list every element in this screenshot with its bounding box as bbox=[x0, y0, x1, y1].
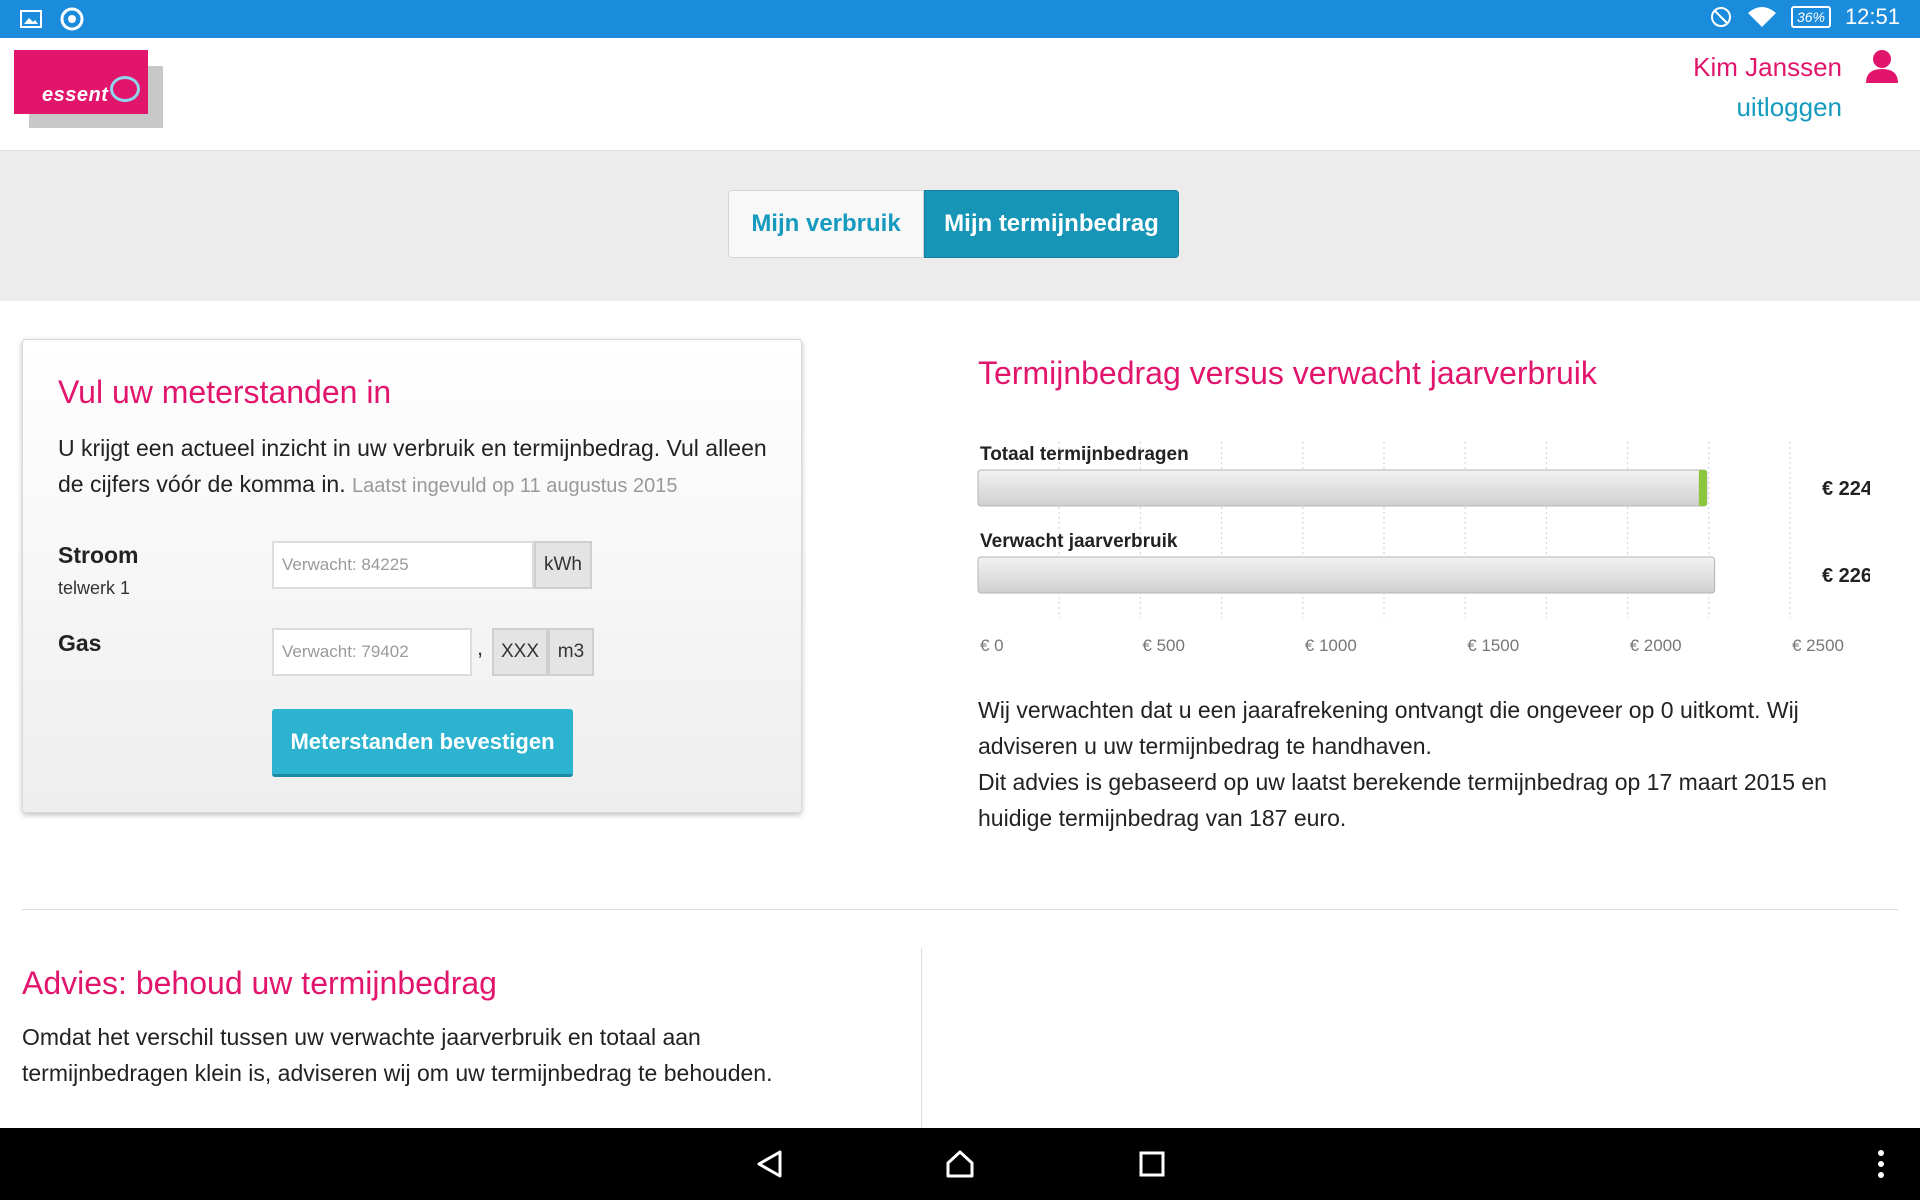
overflow-menu-button[interactable] bbox=[1866, 1128, 1896, 1200]
bar-end-marker bbox=[1698, 470, 1707, 506]
recents-icon bbox=[1139, 1151, 1165, 1177]
meter-form-title: Vul uw meterstanden in bbox=[58, 374, 392, 410]
bar-value-label: € 2244 bbox=[1822, 478, 1870, 500]
battery-indicator: 36% bbox=[1790, 6, 1831, 28]
gallery-notification-icon bbox=[20, 10, 42, 28]
bar bbox=[977, 469, 1708, 507]
advies-title: Advies: behoud uw termijnbedrag bbox=[22, 965, 497, 1001]
recents-button[interactable] bbox=[1122, 1128, 1182, 1200]
app-notification-icon bbox=[60, 7, 84, 31]
back-button[interactable] bbox=[740, 1128, 800, 1200]
user-name: Kim Janssen bbox=[1693, 52, 1842, 82]
bar-value-label: € 2268 bbox=[1822, 565, 1870, 587]
bar-category-label: Verwacht jaarverbruik bbox=[980, 531, 1178, 552]
home-icon bbox=[946, 1150, 974, 1178]
chart-title: Termijnbedrag versus verwacht jaarverbru… bbox=[978, 355, 1597, 391]
advies-text: Omdat het verschil tussen uw verwachte j… bbox=[22, 1024, 773, 1086]
chart-advice: Wij verwachten dat u een jaarafrekening … bbox=[978, 692, 1878, 836]
x-tick-label: € 1000 bbox=[1305, 636, 1357, 655]
bar bbox=[977, 556, 1716, 594]
section-divider bbox=[22, 909, 1898, 910]
navigation-bar bbox=[0, 1128, 1920, 1200]
last-filled-date: Laatst ingevuld op 11 augustus 2015 bbox=[352, 475, 678, 497]
app-header bbox=[0, 38, 1920, 151]
x-tick-label: € 1500 bbox=[1467, 636, 1519, 655]
electricity-unit: kWh bbox=[534, 541, 592, 589]
wifi-icon bbox=[1747, 7, 1776, 27]
electricity-label: Stroom bbox=[58, 542, 139, 568]
meter-form-intro: U krijgt een actueel inzicht in uw verbr… bbox=[58, 430, 768, 504]
x-tick-label: € 2000 bbox=[1630, 636, 1682, 655]
gas-unit: m3 bbox=[548, 628, 594, 676]
home-button[interactable] bbox=[930, 1128, 990, 1200]
x-tick-label: € 0 bbox=[980, 636, 1004, 655]
advice-paragraph-2: Dit advies is gebaseerd op uw laatst ber… bbox=[978, 769, 1827, 831]
tab-mijn-termijnbedrag[interactable]: Mijn termijnbedrag bbox=[924, 190, 1179, 258]
status-time: 12:51 bbox=[1844, 4, 1900, 29]
user-icon[interactable] bbox=[1864, 48, 1900, 84]
gas-label: Gas bbox=[58, 630, 102, 656]
tab-mijn-verbruik[interactable]: Mijn verbruik bbox=[728, 190, 924, 258]
back-icon bbox=[757, 1150, 782, 1178]
confirm-meter-readings-button[interactable]: Meterstanden bevestigen bbox=[272, 709, 573, 777]
column-divider bbox=[921, 948, 922, 1128]
gas-input[interactable] bbox=[272, 628, 472, 676]
termijnbedrag-chart: € 0 € 500 € 1000 € 1500 € 2000 € 2500 Totaal t… bbox=[977, 442, 1870, 655]
overflow-menu-icon bbox=[1878, 1150, 1884, 1178]
x-tick-label: € 500 bbox=[1142, 636, 1185, 655]
do-not-disturb-icon bbox=[1710, 7, 1731, 27]
x-tick-label: € 2500 bbox=[1792, 636, 1844, 655]
bar-category-label: Totaal termijnbedragen bbox=[980, 444, 1189, 465]
logo-ring-icon bbox=[110, 76, 140, 102]
logout-link[interactable]: uitloggen bbox=[1736, 92, 1842, 123]
status-bar: 36% 12:51 bbox=[0, 0, 1920, 38]
logo-text: essent bbox=[42, 84, 109, 106]
gas-decimals-field[interactable]: XXX bbox=[492, 628, 548, 676]
electricity-sublabel: telwerk 1 bbox=[58, 578, 131, 598]
gas-decimal-separator: , bbox=[477, 635, 484, 660]
electricity-input[interactable] bbox=[272, 541, 534, 589]
advice-paragraph-1: Wij verwachten dat u een jaarafrekening … bbox=[978, 697, 1799, 759]
